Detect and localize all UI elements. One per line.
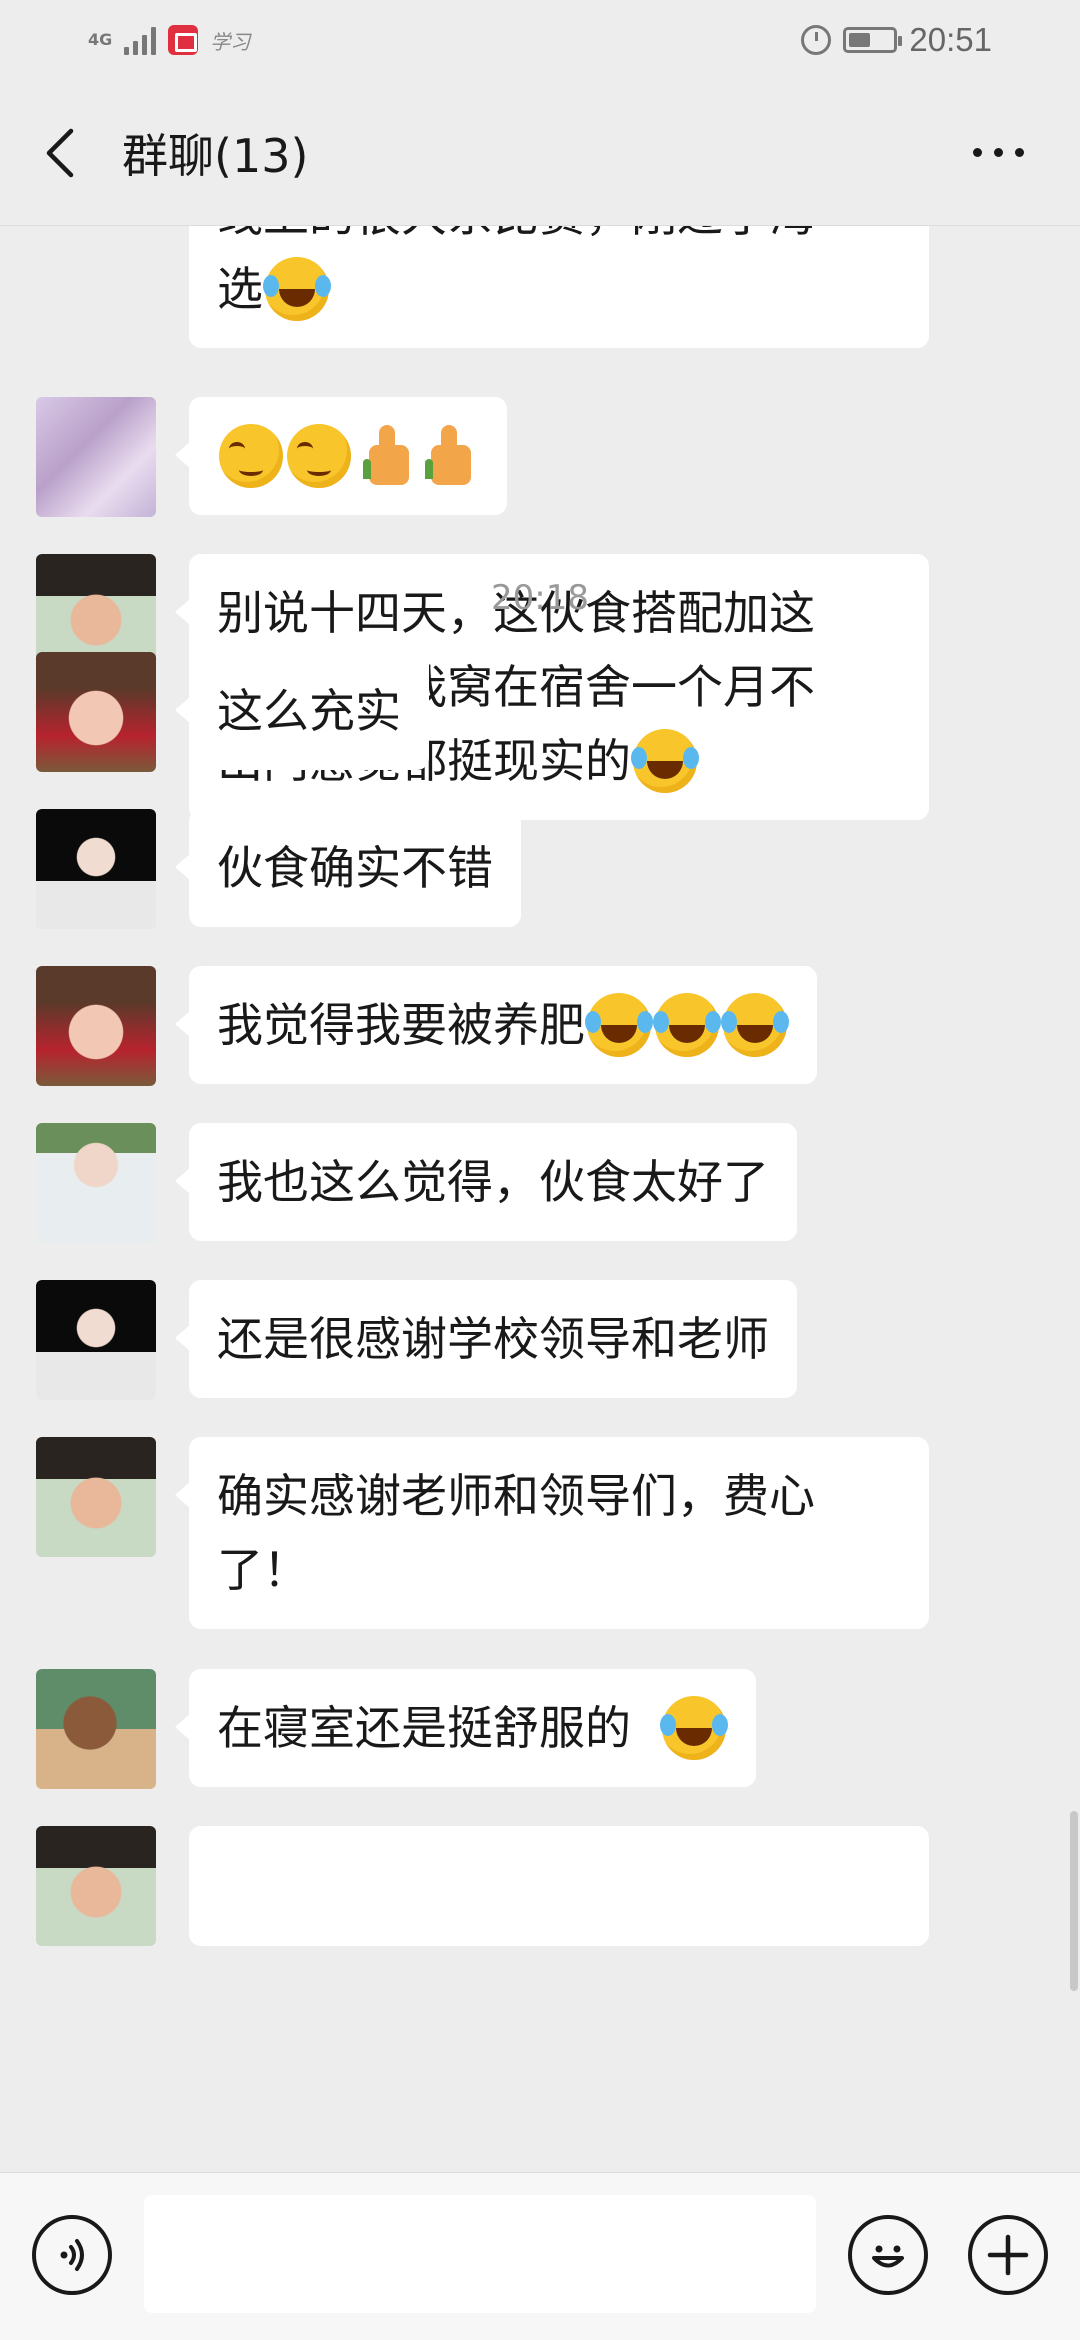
avatar[interactable] [36, 966, 156, 1086]
laugh-cry-emoji-icon [585, 992, 651, 1057]
signal-icon [124, 25, 157, 55]
voice-icon [60, 2239, 84, 2271]
thumbs-up-emoji-icon [417, 424, 475, 487]
message-text: 这么充实 [217, 684, 401, 738]
back-button[interactable] [36, 123, 84, 183]
message-bubble[interactable] [175, 397, 507, 515]
more-button[interactable] [953, 128, 1044, 177]
avatar[interactable] [36, 1669, 156, 1789]
message-bubble[interactable]: 还是很感谢学校领导和老师 [175, 1280, 797, 1398]
message-bubble[interactable]: 伙食确实不错 [175, 809, 521, 927]
avatar[interactable] [36, 1826, 156, 1946]
avatar[interactable] [36, 809, 156, 929]
laugh-cry-emoji-icon [263, 256, 329, 321]
chevron-left-icon [46, 128, 74, 177]
message-text: 了！ [217, 1543, 309, 1597]
avatar[interactable] [36, 397, 156, 517]
message-text: 选 [217, 262, 263, 316]
more-dots-icon [973, 148, 982, 157]
plus-icon [987, 2234, 1029, 2276]
alarm-icon [801, 25, 832, 55]
message-text: 我觉得我要被养肥 [217, 998, 585, 1052]
laugh-cry-emoji-icon [653, 992, 719, 1057]
avatar[interactable] [36, 1280, 156, 1400]
app-label: 学习 [210, 29, 251, 54]
status-time: 20:51 [909, 21, 992, 58]
avatar[interactable] [36, 652, 156, 772]
input-bar [0, 2172, 1080, 2340]
message-timestamp: 20:18 [491, 578, 589, 618]
message-input[interactable] [144, 2195, 816, 2313]
smirk-emoji-icon [287, 423, 351, 488]
message-bubble[interactable]: 确实感谢老师和领导们，费心 了！ [175, 1437, 929, 1629]
message-bubble[interactable]: 线上的很大系比赛，刚过了海 选 [189, 226, 929, 348]
message-text: 确实感谢老师和领导们，费心 [217, 1469, 815, 1523]
smirk-emoji-icon [219, 423, 283, 488]
thumbs-up-emoji-icon [355, 424, 413, 487]
app-notification-icon [168, 25, 199, 55]
emoji-icon [872, 2245, 904, 2268]
chat-messages[interactable]: 线上的很大系比赛，刚过了海 选 别说十四天，这伙食搭配加这 待遇，让我窝在宿舍一… [0, 226, 1080, 2172]
battery-icon [843, 27, 903, 53]
status-bar: 4G 学习 20:51 [0, 0, 1080, 80]
laugh-cry-emoji-icon [721, 992, 787, 1057]
laugh-cry-emoji-icon [631, 728, 697, 793]
message-bubble[interactable]: 我也这么觉得，伙食太好了 [175, 1123, 797, 1241]
message-text: 在寝室还是挺舒服的 [217, 1701, 631, 1755]
message-bubble[interactable]: 我觉得我要被养肥 [175, 966, 817, 1084]
voice-button[interactable] [32, 2215, 112, 2295]
message-bubble[interactable] [189, 1826, 929, 1946]
chat-header: 群聊(13) [0, 80, 1080, 226]
message-bubble[interactable]: 在寝室还是挺舒服的 [174, 1669, 757, 1787]
message-text: 伙食确实不错 [217, 841, 493, 895]
more-functions-button[interactable] [968, 2215, 1048, 2295]
message-text: 我也这么觉得，伙食太好了 [217, 1155, 769, 1209]
scrollbar-thumb[interactable] [1070, 1811, 1078, 1991]
laugh-cry-emoji-icon [660, 1695, 727, 1760]
page-title: 群聊(13) [122, 128, 309, 183]
message-text: 还是很感谢学校领导和老师 [217, 1312, 769, 1366]
message-bubble[interactable]: 这么充实 [175, 652, 429, 770]
message-text: 线上的很大系比赛，刚过了海 [217, 226, 815, 242]
avatar[interactable] [36, 1123, 156, 1243]
network-type: 4G [88, 30, 113, 49]
avatar[interactable] [36, 1437, 156, 1557]
status-right: 20:51 [801, 21, 992, 59]
emoji-button[interactable] [848, 2215, 928, 2295]
status-left: 4G 学习 [88, 25, 250, 55]
